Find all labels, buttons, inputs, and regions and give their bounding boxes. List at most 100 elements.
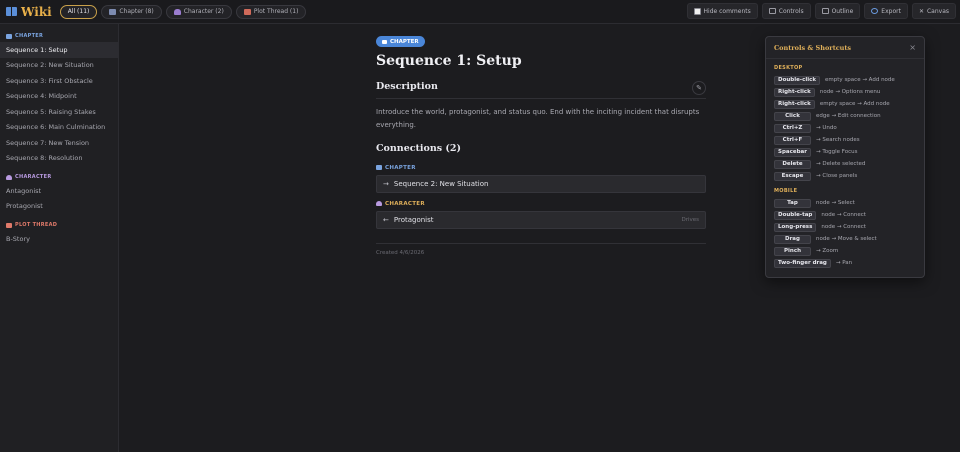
shortcut-desc: node → Options menu xyxy=(819,89,881,95)
shortcut-row: Click edge → Edit connection xyxy=(774,110,916,122)
section-label: CHARACTER xyxy=(15,174,52,180)
connection-row[interactable]: ← Protagonist Drives xyxy=(376,211,706,229)
shortcut-key: Two-finger drag xyxy=(774,258,831,268)
close-icon[interactable]: × xyxy=(909,43,916,52)
person-icon xyxy=(173,8,181,15)
document-icon xyxy=(821,8,829,14)
top-bar: Wiki All (11) Chapter (8) Character (2) … xyxy=(0,0,960,24)
filter-plot-thread[interactable]: Plot Thread (1) xyxy=(235,4,307,19)
outline-label: Outline xyxy=(831,7,854,15)
description-header: Description ✎ xyxy=(376,81,706,99)
hide-comments-toggle[interactable]: Hide comments xyxy=(686,3,758,19)
shortcut-desc: node → Move & select xyxy=(816,236,877,242)
sidebar-item-chapter[interactable]: Sequence 7: New Tension xyxy=(0,135,118,151)
edit-button[interactable]: ✎ xyxy=(692,81,706,95)
connection-label: Protagonist xyxy=(393,216,434,224)
outline-button[interactable]: Outline xyxy=(814,3,861,19)
filter-label: Plot Thread (1) xyxy=(253,8,299,15)
shortcut-desc: empty space → Add node xyxy=(825,77,895,83)
filter-label: Chapter (8) xyxy=(119,8,154,15)
sidebar-item-chapter[interactable]: Sequence 5: Raising Stakes xyxy=(0,104,118,120)
controls-button[interactable]: Controls xyxy=(761,3,811,19)
shortcut-key: Double-click xyxy=(774,75,821,85)
shortcut-row: Long-press node → Connect xyxy=(774,221,916,233)
filter-label: All (11) xyxy=(67,8,90,15)
controls-label: Controls xyxy=(778,7,804,15)
book-icon xyxy=(6,33,12,39)
shortcut-row: Right-click node → Options menu xyxy=(774,86,916,98)
sidebar-item-character[interactable]: Protagonist xyxy=(0,199,118,215)
filter-character[interactable]: Character (2) xyxy=(165,4,232,19)
keyboard-icon xyxy=(768,8,776,14)
shortcut-row: Spacebar → Toggle Focus xyxy=(774,146,916,158)
shortcut-desc: empty space → Add node xyxy=(819,101,890,107)
section-label: PLOT THREAD xyxy=(15,222,58,228)
shortcut-row: Right-click empty space → Add node xyxy=(774,98,916,110)
sidebar-item-chapter[interactable]: Sequence 2: New Situation xyxy=(0,58,118,74)
canvas-label: Canvas xyxy=(926,7,949,15)
connection-label: Sequence 2: New Situation xyxy=(393,180,489,188)
person-icon xyxy=(376,201,382,206)
canvas-button[interactable]: ✕ Canvas xyxy=(911,3,956,19)
checkbox-icon[interactable] xyxy=(693,7,701,15)
shortcut-key: Delete xyxy=(774,159,811,169)
controls-panel: Controls & Shortcuts × DESKTOP Double-cl… xyxy=(765,36,925,278)
connection-row[interactable]: → Sequence 2: New Situation xyxy=(376,175,706,193)
book-icon xyxy=(109,8,117,15)
divider xyxy=(376,243,706,244)
shortcut-row: Tap node → Select xyxy=(774,197,916,209)
arrow-left-icon: ← xyxy=(383,216,389,224)
group-label: CHAPTER xyxy=(385,164,416,171)
shortcut-desc: → Undo xyxy=(816,125,837,131)
sidebar: CHAPTER Sequence 1: Setup Sequence 2: Ne… xyxy=(0,24,119,452)
sidebar-section-character: CHARACTER xyxy=(0,171,118,183)
sidebar-item-chapter[interactable]: Sequence 3: First Obstacle xyxy=(0,73,118,89)
sidebar-item-chapter[interactable]: Sequence 8: Resolution xyxy=(0,151,118,167)
pencil-icon: ✎ xyxy=(696,84,702,92)
desktop-heading: DESKTOP xyxy=(774,65,803,71)
connections-heading: Connections (2) xyxy=(376,143,462,154)
shortcut-desc: → Zoom xyxy=(816,248,839,254)
shortcut-desc: → Toggle Focus xyxy=(816,149,858,155)
shortcut-key: Ctrl+F xyxy=(774,135,811,145)
badge-label: CHAPTER xyxy=(390,38,419,45)
main-content: CHAPTER Sequence 1: Setup Description ✎ … xyxy=(376,36,706,256)
filter-chapter[interactable]: Chapter (8) xyxy=(101,4,162,19)
shortcut-desc: → Delete selected xyxy=(816,161,866,167)
sidebar-item-chapter[interactable]: Sequence 4: Midpoint xyxy=(0,89,118,105)
sidebar-item-plot-thread[interactable]: B-Story xyxy=(0,231,118,247)
shortcut-desc: node → Connect xyxy=(821,212,866,218)
sidebar-item-character[interactable]: Antagonist xyxy=(0,183,118,199)
shortcut-key: Right-click xyxy=(774,87,815,97)
connection-tag: Drives xyxy=(681,217,699,223)
hide-comments-label: Hide comments xyxy=(703,7,751,15)
filter-all[interactable]: All (11) xyxy=(59,4,98,19)
shortcut-desc: node → Select xyxy=(816,200,855,206)
shortcut-desc: → Close panels xyxy=(816,173,858,179)
book-icon xyxy=(376,165,382,170)
person-icon xyxy=(6,174,12,180)
shortcut-key: Long-press xyxy=(774,222,817,232)
shortcut-key: Spacebar xyxy=(774,147,811,157)
filter-label: Character (2) xyxy=(183,8,224,15)
page-title: Sequence 1: Setup xyxy=(376,53,522,69)
shortcut-key: Right-click xyxy=(774,99,815,109)
toolbar-right: Hide comments Controls Outline Export ✕ … xyxy=(686,3,956,19)
book-icon xyxy=(382,39,387,44)
shortcut-row: Escape → Close panels xyxy=(774,170,916,182)
flag-icon xyxy=(6,222,12,228)
shortcut-row: Pinch → Zoom xyxy=(774,245,916,257)
sidebar-item-chapter[interactable]: Sequence 1: Setup xyxy=(0,42,118,58)
shortcut-row: Ctrl+F → Search nodes xyxy=(774,134,916,146)
shortcut-row: Delete → Delete selected xyxy=(774,158,916,170)
app-title: Wiki xyxy=(21,4,52,19)
description-text[interactable]: Introduce the world, protagonist, and st… xyxy=(376,106,706,131)
type-badge: CHAPTER xyxy=(376,36,425,47)
shortcut-key: Click xyxy=(774,111,811,121)
sidebar-item-chapter[interactable]: Sequence 6: Main Culmination xyxy=(0,120,118,136)
shortcut-row: Double-tap node → Connect xyxy=(774,209,916,221)
export-button[interactable]: Export xyxy=(864,3,908,19)
description-heading: Description xyxy=(376,81,438,92)
shortcut-key: Drag xyxy=(774,234,811,244)
shortcut-key: Tap xyxy=(774,198,811,208)
